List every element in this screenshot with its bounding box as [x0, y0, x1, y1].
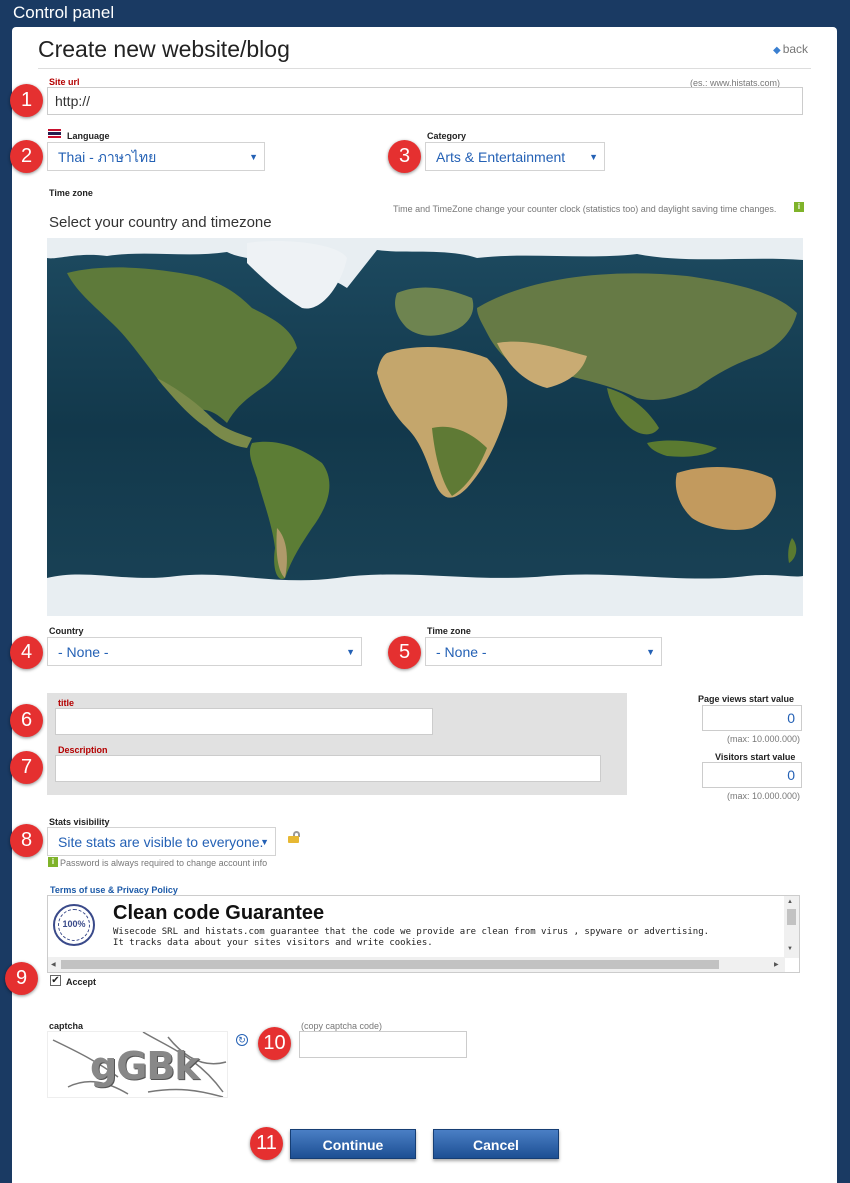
step-badge-7: 7: [10, 751, 43, 784]
step-badge-5: 5: [388, 636, 421, 669]
country-selected: - None -: [58, 644, 109, 660]
step-badge-11: 11: [250, 1127, 283, 1160]
time-zone-label: Time zone: [427, 626, 471, 636]
category-selected: Arts & Entertainment: [436, 149, 566, 165]
captcha-input[interactable]: [299, 1031, 467, 1058]
stats-visibility-note: Password is always required to change ac…: [60, 858, 268, 868]
step-badge-10: 10: [258, 1027, 291, 1060]
page-title: Create new website/blog: [38, 36, 290, 62]
timezone-section-label: Time zone: [49, 188, 93, 198]
window-title: Control panel: [13, 3, 115, 22]
terms-heading: Clean code Guarantee: [113, 902, 325, 924]
description-input[interactable]: [55, 755, 601, 782]
terms-line-2: It tracks data about your sites visitors…: [113, 938, 433, 948]
horizontal-scrollbar[interactable]: ◀ ▶: [48, 957, 785, 972]
vertical-scroll-thumb[interactable]: [787, 909, 796, 925]
info-icon: i: [48, 857, 58, 867]
title-divider: [38, 68, 811, 69]
country-select[interactable]: - None - ▼: [47, 637, 362, 666]
visitors-max: (max: 10.000.000): [727, 791, 801, 801]
page-views-max: (max: 10.000.000): [727, 734, 801, 744]
title-label: title: [58, 698, 75, 708]
terms-link[interactable]: Terms of use & Privacy Policy: [50, 885, 178, 895]
timezone-heading: Select your country and timezone: [49, 214, 272, 231]
time-zone-select[interactable]: - None - ▼: [425, 637, 662, 666]
world-map[interactable]: [47, 238, 803, 616]
info-icon: i: [794, 202, 804, 212]
category-label: Category: [427, 131, 467, 141]
step-badge-3: 3: [388, 140, 421, 173]
title-input[interactable]: [55, 708, 433, 735]
site-url-input[interactable]: [47, 87, 803, 115]
back-arrow-icon: ◆: [773, 45, 781, 56]
captcha-image: gGBk: [47, 1031, 228, 1098]
time-zone-selected: - None -: [436, 644, 487, 660]
lock-icon[interactable]: [288, 831, 302, 843]
step-badge-1: 1: [10, 84, 43, 117]
stats-visibility-select[interactable]: Site stats are visible to everyone. ▼: [47, 827, 276, 856]
visitors-label: Visitors start value: [715, 752, 796, 762]
scroll-right-icon[interactable]: ▶: [774, 961, 779, 968]
step-badge-9: 9: [5, 962, 38, 995]
step-badge-2: 2: [10, 140, 43, 173]
chevron-down-icon: ▼: [260, 837, 269, 847]
back-label: back: [782, 42, 809, 56]
terms-line-1: Wisecode SRL and histats.com guarantee t…: [113, 927, 710, 937]
language-label: Language: [67, 131, 110, 141]
guarantee-seal-icon: 100%: [53, 904, 95, 946]
stats-visibility-label: Stats visibility: [49, 817, 110, 827]
stats-visibility-selected: Site stats are visible to everyone.: [58, 834, 264, 850]
description-label: Description: [58, 745, 108, 755]
chevron-down-icon: ▼: [589, 152, 598, 162]
country-label: Country: [49, 626, 84, 636]
world-map-graphic: [47, 238, 803, 616]
step-badge-4: 4: [10, 636, 43, 669]
scroll-down-icon[interactable]: ▼: [787, 946, 793, 952]
language-selected: Thai - ภาษาไทย: [58, 149, 157, 165]
page-views-label: Page views start value: [698, 694, 795, 704]
scroll-up-icon[interactable]: ▲: [787, 899, 793, 905]
step-badge-8: 8: [10, 824, 43, 857]
refresh-captcha-icon[interactable]: ↻: [236, 1034, 248, 1046]
chevron-down-icon: ▼: [646, 647, 655, 657]
visitors-input[interactable]: 0: [702, 762, 802, 788]
captcha-label: captcha: [49, 1021, 84, 1031]
captcha-code-image-text: gGBk: [90, 1044, 200, 1088]
vertical-scrollbar[interactable]: ▲ ▼: [784, 896, 799, 958]
site-url-label: Site url: [49, 77, 80, 87]
accept-label: Accept: [66, 977, 97, 987]
terms-box[interactable]: 100% Clean code Guarantee Wisecode SRL a…: [47, 895, 800, 973]
chevron-down-icon: ▼: [249, 152, 258, 162]
cancel-button[interactable]: Cancel: [433, 1129, 559, 1159]
continue-button[interactable]: Continue: [290, 1129, 416, 1159]
thai-flag-icon: [48, 129, 61, 138]
step-badge-6: 6: [10, 704, 43, 737]
category-select[interactable]: Arts & Entertainment ▼: [425, 142, 605, 171]
scroll-left-icon[interactable]: ◀: [51, 961, 56, 968]
seal-text: 100%: [62, 919, 86, 929]
timezone-note: Time and TimeZone change your counter cl…: [393, 204, 777, 214]
back-link[interactable]: ◆ back: [773, 42, 808, 56]
captcha-hint: (copy captcha code): [301, 1021, 383, 1031]
page-views-input[interactable]: 0: [702, 705, 802, 731]
horizontal-scroll-thumb[interactable]: [61, 960, 719, 969]
chevron-down-icon: ▼: [346, 647, 355, 657]
language-select[interactable]: Thai - ภาษาไทย ▼: [47, 142, 265, 171]
accept-checkbox[interactable]: ✔: [50, 975, 61, 986]
